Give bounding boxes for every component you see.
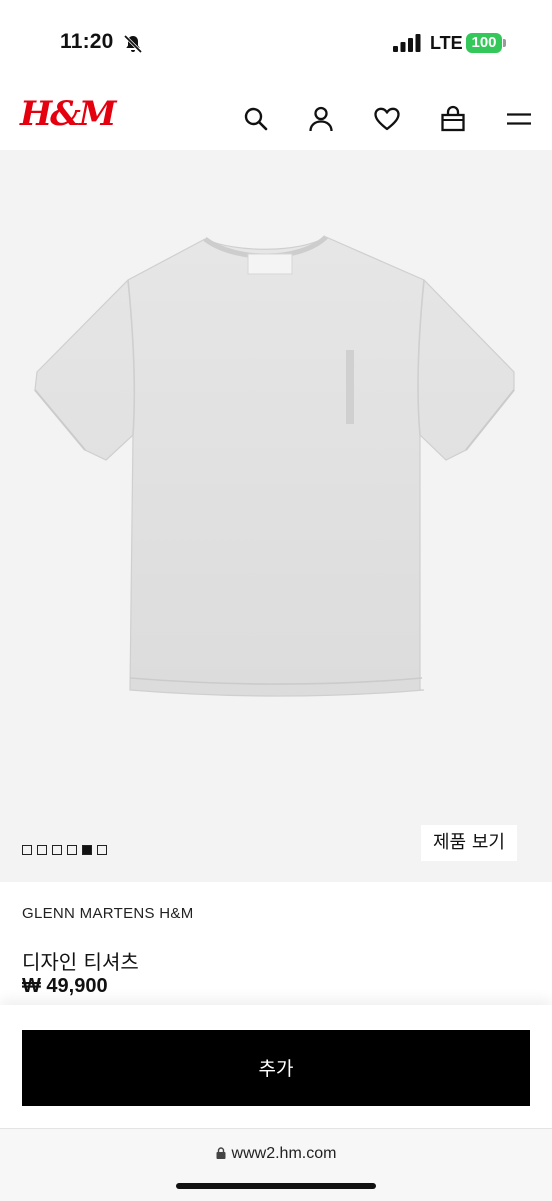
gallery-pagination: [22, 845, 107, 857]
gallery-dot-2[interactable]: [37, 845, 47, 855]
battery-level: 100: [466, 33, 502, 53]
lock-icon: [216, 1146, 226, 1159]
signal-icon: [393, 34, 421, 52]
gallery-dot-6[interactable]: [97, 845, 107, 855]
battery-tip: [503, 39, 506, 47]
search-icon[interactable]: [241, 104, 271, 134]
menu-icon[interactable]: [504, 104, 534, 134]
product-brand: GLENN MARTENS H&M: [22, 905, 194, 922]
status-time: 11:20: [60, 30, 114, 53]
bag-icon[interactable]: [438, 104, 468, 134]
view-product-button[interactable]: 제품 보기: [421, 825, 517, 861]
product-image-gallery[interactable]: 제품 보기: [0, 150, 552, 882]
network-type: LTE: [430, 33, 463, 53]
browser-address-bar[interactable]: www2.hm.com: [0, 1128, 552, 1201]
url-text: www2.hm.com: [231, 1145, 337, 1162]
product-image-tshirt[interactable]: [0, 150, 552, 882]
gallery-dot-4[interactable]: [67, 845, 77, 855]
url-display[interactable]: www2.hm.com: [0, 1145, 552, 1163]
home-indicator[interactable]: [176, 1183, 376, 1189]
product-price: ₩ 49,900: [22, 975, 108, 997]
gallery-dot-3[interactable]: [52, 845, 62, 855]
gallery-dot-1[interactable]: [22, 845, 32, 855]
hm-logo[interactable]: H&M: [20, 94, 116, 134]
user-icon[interactable]: [306, 104, 336, 134]
product-name: 디자인 티셔츠: [22, 950, 139, 974]
add-to-bag-button[interactable]: 추가: [22, 1030, 530, 1106]
site-header: H&M: [0, 88, 552, 150]
status-bar: 11:20 LTE 100: [0, 0, 552, 88]
add-to-bag-sheet: 추가: [0, 1005, 552, 1130]
gallery-dot-5[interactable]: [82, 845, 92, 855]
silent-bell-icon: [122, 33, 144, 55]
heart-icon[interactable]: [372, 104, 402, 134]
